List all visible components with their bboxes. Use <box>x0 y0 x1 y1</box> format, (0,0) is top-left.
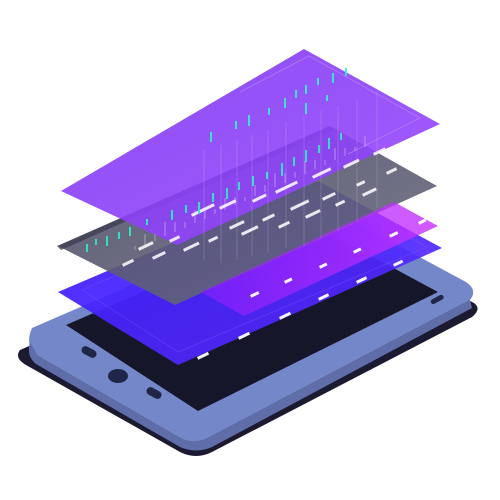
top-teal-marker-4 <box>332 73 334 83</box>
teal-tick-8 <box>198 202 200 214</box>
top-teal-marker-1 <box>295 90 297 98</box>
top-teal-marker-5 <box>345 68 347 76</box>
teal-tick-17 <box>318 145 320 153</box>
teal-tick-15 <box>293 157 295 166</box>
teal-tick-11 <box>238 182 240 190</box>
teal-tick-19 <box>340 133 342 140</box>
top-teal-marker-9 <box>235 121 237 129</box>
teal-tick-3 <box>118 232 120 239</box>
teal-tick-14 <box>281 163 283 176</box>
teal-tick-9 <box>212 193 214 202</box>
teal-tick-7 <box>185 205 187 213</box>
top-teal-marker-0 <box>284 98 286 108</box>
teal-tick-16 <box>305 150 307 162</box>
teal-tick-18 <box>328 138 330 149</box>
home-button-icon <box>108 369 128 383</box>
illustration <box>0 0 500 500</box>
isometric-tablet-illustration <box>18 49 478 456</box>
teal-tick-2 <box>106 236 108 246</box>
teal-tick-5 <box>146 219 148 225</box>
teal-tick-4 <box>129 227 131 236</box>
teal-tick-10 <box>226 188 228 199</box>
top-teal-marker-10 <box>248 115 250 126</box>
top-teal-marker-8 <box>210 132 212 142</box>
teal-tick-0 <box>86 244 88 252</box>
top-teal-marker-2 <box>305 85 307 94</box>
teal-tick-6 <box>171 210 173 220</box>
top-teal-marker-6 <box>305 103 307 114</box>
top-teal-marker-11 <box>268 108 270 115</box>
top-teal-marker-7 <box>326 95 328 101</box>
teal-tick-1 <box>95 239 97 245</box>
top-teal-marker-3 <box>317 78 319 85</box>
